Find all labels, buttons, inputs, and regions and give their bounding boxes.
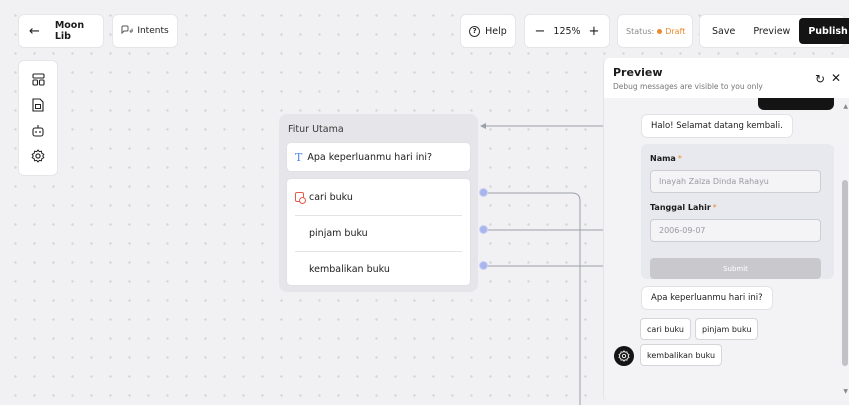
user-message-bubble: [758, 98, 834, 110]
refresh-icon[interactable]: ↻: [815, 72, 825, 86]
port-kembalikan-buku[interactable]: [479, 261, 488, 270]
bot-message-question: Apa keperluanmu hari ini?: [641, 286, 773, 310]
bot-nav-group: ← Moon Lib: [18, 14, 104, 48]
intents-label: Intents: [137, 26, 169, 36]
submit-button[interactable]: Submit: [650, 258, 821, 279]
save-button[interactable]: Save: [703, 18, 744, 44]
choice-pinjam-buku[interactable]: pinjam buku: [695, 318, 759, 340]
bot-icon[interactable]: [27, 120, 49, 142]
question-block[interactable]: T Apa keperluanmu hari ini?: [286, 142, 471, 172]
choice-cari-buku[interactable]: cari buku: [640, 318, 691, 340]
port-cari-buku[interactable]: [479, 188, 488, 197]
form-card: Nama * Inayah Zalza Dinda Rahayu Tanggal …: [641, 144, 834, 279]
birthdate-field[interactable]: 2006-09-07: [650, 219, 821, 242]
bot-message-greeting: Halo! Selamat datang kembali.: [641, 114, 793, 138]
publish-button[interactable]: Publish: [799, 18, 849, 44]
option-pinjam-buku[interactable]: pinjam buku: [295, 215, 462, 251]
search-document-icon: [295, 192, 306, 204]
option-label: kembalikan buku: [309, 264, 390, 275]
name-label: Nama *: [650, 154, 682, 163]
node-title: Fitur Utama: [288, 124, 344, 135]
preview-button[interactable]: Preview: [744, 18, 799, 44]
scroll-down-icon[interactable]: ▼: [843, 388, 848, 395]
question-text: Apa keperluanmu hari ini?: [307, 151, 433, 163]
option-cari-buku[interactable]: cari buku: [295, 179, 462, 215]
settings-icon[interactable]: [27, 145, 49, 167]
status-indicator: Status: Draft: [617, 14, 693, 48]
zoom-level: 125%: [553, 25, 581, 37]
document-export-icon[interactable]: [27, 94, 49, 116]
preview-header: Preview Debug messages are visible to yo…: [613, 66, 763, 91]
name-field[interactable]: Inayah Zalza Dinda Rahayu: [650, 170, 821, 193]
preview-title: Preview: [613, 66, 663, 79]
zoom-control: − 125% +: [524, 14, 610, 48]
incoming-wire-arrow: [480, 123, 486, 129]
back-arrow-icon[interactable]: ←: [29, 24, 45, 39]
birthdate-label: Tanggal Lahir *: [650, 203, 717, 212]
left-toolbar: [18, 60, 58, 176]
svg-text:#: #: [129, 28, 133, 35]
scrollbar-thumb[interactable]: [842, 180, 848, 366]
bot-name[interactable]: Moon Lib: [55, 20, 103, 42]
flow-node-fitur-utama[interactable]: Fitur Utama T Apa keperluanmu hari ini? …: [279, 114, 478, 292]
action-buttons: Save Preview Publish: [699, 14, 849, 48]
help-icon: ?: [469, 25, 481, 37]
help-label: Help: [485, 25, 507, 37]
intents-icon: #: [121, 25, 134, 37]
option-label: cari buku: [309, 191, 353, 203]
status-value: Draft: [665, 26, 686, 36]
layout-icon[interactable]: [27, 69, 49, 91]
bot-avatar: [614, 346, 634, 366]
gear-avatar-icon: [618, 350, 630, 362]
status-label: Status:: [626, 26, 655, 36]
zoom-in-button[interactable]: +: [588, 24, 600, 39]
scroll-up-icon[interactable]: ▲: [843, 103, 848, 110]
text-icon: T: [295, 150, 303, 164]
option-kembalikan-buku[interactable]: kembalikan buku: [295, 251, 462, 287]
options-block[interactable]: cari buku pinjam buku kembalikan buku: [286, 178, 471, 286]
option-label: pinjam buku: [309, 228, 368, 239]
intents-button[interactable]: # Intents: [112, 14, 178, 48]
zoom-out-button[interactable]: −: [534, 24, 546, 39]
port-pinjam-buku[interactable]: [479, 225, 488, 234]
preview-subtitle: Debug messages are visible to you only: [613, 82, 763, 91]
wire-cari-buku: [487, 192, 581, 405]
choice-kembalikan-buku[interactable]: kembalikan buku: [640, 344, 723, 366]
status-dot-icon: [657, 28, 663, 34]
preview-panel: Preview Debug messages are visible to yo…: [603, 58, 849, 401]
close-icon[interactable]: ✕: [831, 71, 841, 85]
help-button[interactable]: ? Help: [460, 14, 516, 48]
